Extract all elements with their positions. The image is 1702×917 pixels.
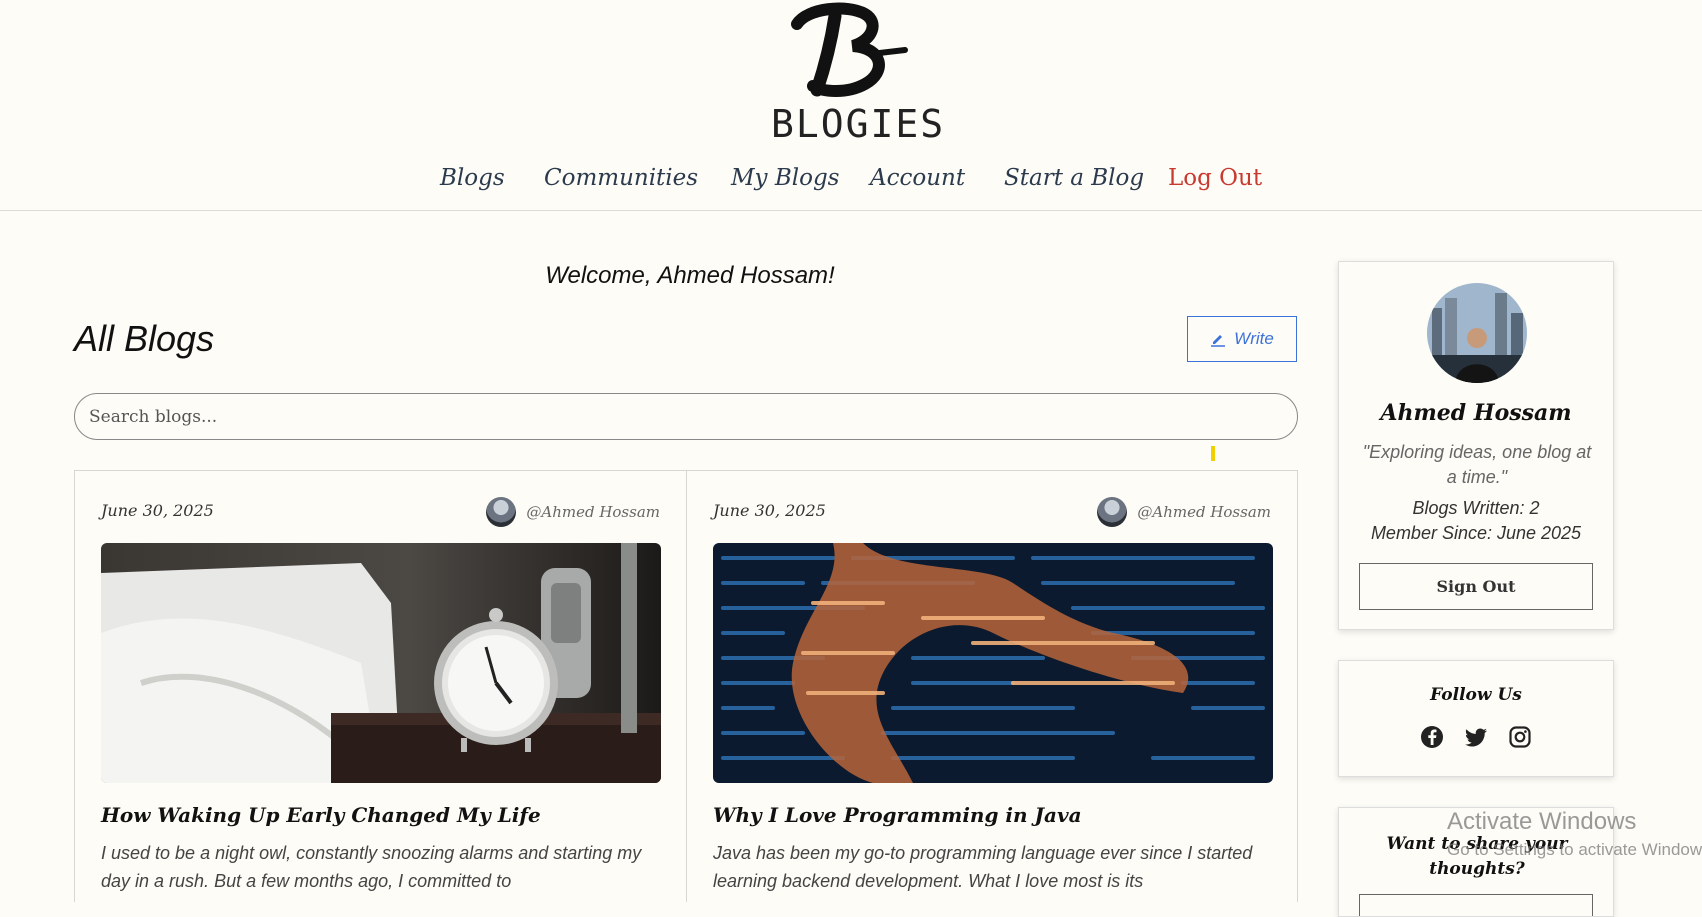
blogs-written-stat: Blogs Written: 2 xyxy=(1412,498,1540,518)
blog-title[interactable]: How Waking Up Early Changed My Life xyxy=(101,803,541,827)
author-avatar xyxy=(1097,497,1128,527)
page-title: All Blogs xyxy=(74,318,215,359)
profile-bio: "Exploring ideas, one blog at a time." xyxy=(1362,442,1592,487)
share-thoughts-card: Want to share your thoughts? xyxy=(1338,807,1614,917)
alarm-clock-photo xyxy=(101,543,661,783)
logo-mark-icon xyxy=(791,2,908,97)
share-thoughts-button[interactable] xyxy=(1359,894,1593,916)
blog-card[interactable]: June 30, 2025 @Ahmed Hossam xyxy=(686,471,1297,902)
blog-date: June 30, 2025 xyxy=(713,501,826,520)
blog-list: June 30, 2025 @Ahmed Hossam How Waking U… xyxy=(74,470,1298,902)
member-since-stat: Member Since: June 2025 xyxy=(1370,523,1582,543)
nav-blogs[interactable]: Blogs xyxy=(440,165,505,191)
code-projection-photo xyxy=(713,543,1273,783)
facebook-icon[interactable] xyxy=(1420,725,1444,749)
blog-date: June 30, 2025 xyxy=(101,501,214,520)
nav-my-blogs[interactable]: My Blogs xyxy=(731,165,840,191)
main-nav: Blogs Communities My Blogs Account Start… xyxy=(0,165,1702,199)
profile-name: Ahmed Hossam xyxy=(1380,400,1572,426)
text-cursor-indicator xyxy=(1211,446,1215,461)
profile-avatar xyxy=(1427,283,1527,383)
blog-excerpt: Java has been my go-to programming langu… xyxy=(713,843,1253,891)
author-handle: @Ahmed Hossam xyxy=(1137,503,1271,521)
site-header: BLOGIES Blogs Communities My Blogs Accou… xyxy=(0,0,1702,211)
blog-card[interactable]: June 30, 2025 @Ahmed Hossam xyxy=(75,471,686,902)
nav-start-a-blog[interactable]: Start a Blog xyxy=(1004,165,1144,191)
nav-account[interactable]: Account xyxy=(870,165,965,191)
author-handle: @Ahmed Hossam xyxy=(526,503,660,521)
write-button[interactable]: Write xyxy=(1187,316,1297,362)
twitter-icon[interactable] xyxy=(1464,725,1488,749)
follow-us-title: Follow Us xyxy=(1430,685,1522,705)
write-label: Write xyxy=(1234,329,1274,348)
instagram-icon[interactable] xyxy=(1508,725,1532,749)
logo-wordmark: BLOGIES xyxy=(771,102,946,146)
search-input[interactable] xyxy=(74,393,1298,440)
blog-author[interactable]: @Ahmed Hossam xyxy=(486,497,660,527)
follow-us-card: Follow Us xyxy=(1338,660,1614,777)
welcome-message: Welcome, Ahmed Hossam! xyxy=(545,262,835,289)
nav-log-out[interactable]: Log Out xyxy=(1168,165,1262,191)
sign-out-button[interactable]: Sign Out xyxy=(1359,563,1593,610)
blog-cover-image[interactable] xyxy=(713,543,1273,783)
nav-communities[interactable]: Communities xyxy=(544,165,698,191)
profile-card: Ahmed Hossam "Exploring ideas, one blog … xyxy=(1338,261,1614,630)
site-logo[interactable]: BLOGIES xyxy=(771,2,946,152)
pen-icon xyxy=(1211,335,1226,347)
author-avatar xyxy=(486,497,517,527)
blog-title[interactable]: Why I Love Programming in Java xyxy=(713,803,1082,827)
blog-excerpt: I used to be a night owl, constantly sno… xyxy=(101,843,642,891)
blog-cover-image[interactable] xyxy=(101,543,661,783)
blog-author[interactable]: @Ahmed Hossam xyxy=(1097,497,1271,527)
share-thoughts-title: Want to share your thoughts? xyxy=(1386,834,1568,879)
social-links xyxy=(1339,725,1613,749)
